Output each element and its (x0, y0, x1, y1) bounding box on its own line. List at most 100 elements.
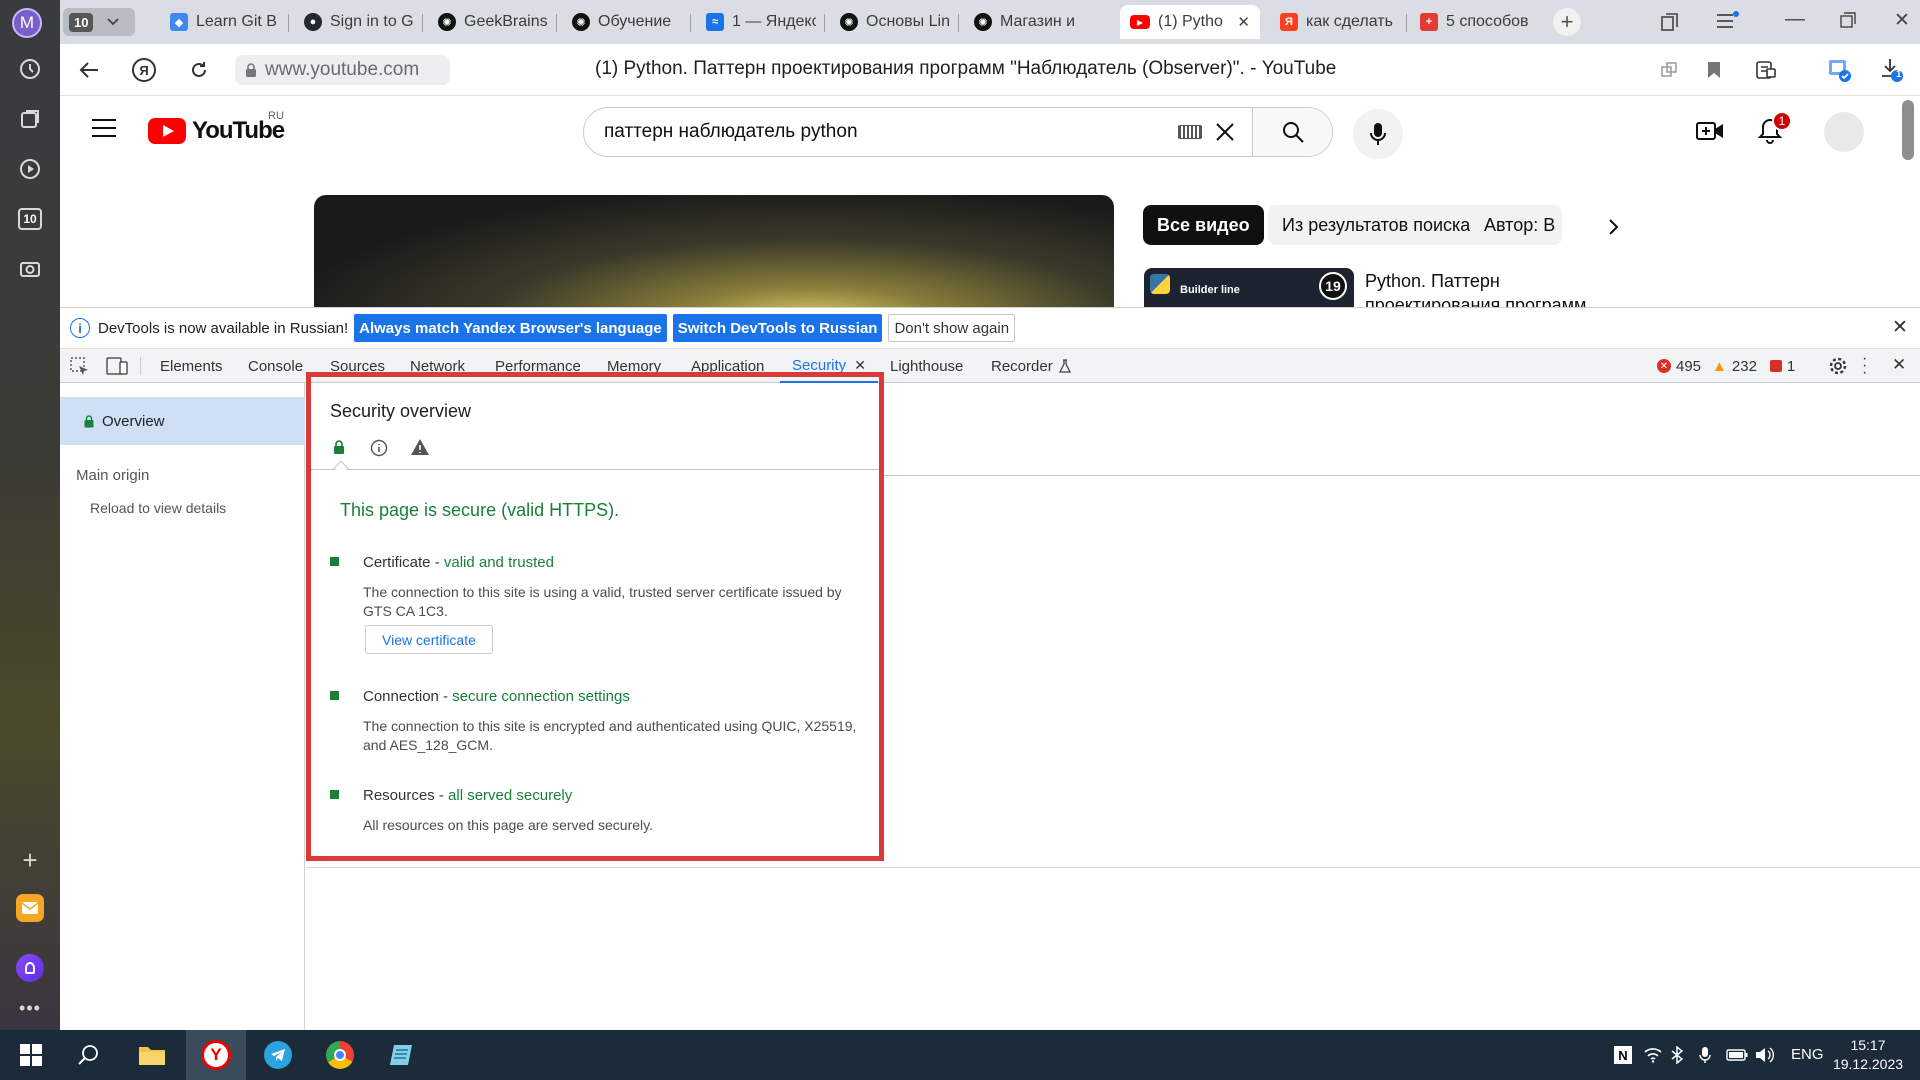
video-icon[interactable] (15, 154, 45, 184)
add-panel-icon[interactable]: + (15, 845, 45, 875)
account-avatar[interactable] (1824, 112, 1864, 152)
clear-search-icon[interactable] (1214, 121, 1236, 143)
tab-label: (1) Pytho (1158, 13, 1223, 30)
chips-next-icon[interactable] (1608, 218, 1620, 239)
reload-hint[interactable]: Reload to view details (90, 500, 226, 516)
volume-icon[interactable] (1748, 1038, 1782, 1072)
microphone-tray-icon[interactable] (1688, 1038, 1722, 1072)
new-tab-button[interactable]: + (1553, 8, 1581, 36)
kebab-menu-icon[interactable]: · · · (1862, 351, 1867, 381)
file-explorer-icon[interactable] (135, 1038, 169, 1072)
menu-icon[interactable] (1715, 10, 1739, 35)
tab-obuchenie[interactable]: ✺ Обучение (562, 5, 682, 39)
keyboard-language[interactable]: ENG (1791, 1046, 1824, 1063)
telegram-icon[interactable] (261, 1038, 295, 1072)
close-tab-icon[interactable]: ✕ (1237, 13, 1250, 31)
error-counter[interactable]: ✕ 495 ▲ 232 1 (1657, 349, 1795, 383)
mail-icon[interactable] (15, 893, 45, 923)
restore-icon[interactable] (1840, 12, 1856, 31)
openai-favicon-icon: ✺ (572, 13, 590, 31)
collections-window-icon[interactable] (1660, 12, 1680, 35)
reader-icon[interactable] (1752, 56, 1780, 84)
page-share-icon[interactable] (1655, 56, 1683, 84)
thumb-label: Builder line (1180, 284, 1240, 296)
video-player[interactable] (314, 195, 1114, 307)
warning-icon: ▲ (1712, 357, 1727, 375)
tab-magazin[interactable]: ✺ Магазин и (964, 5, 1084, 39)
page-scrollbar[interactable] (1902, 100, 1914, 160)
windows-start-icon[interactable] (14, 1038, 48, 1072)
inspect-element-icon[interactable] (70, 357, 90, 380)
profile-avatar[interactable]: M (12, 8, 42, 38)
notifications-icon[interactable]: 1 (1757, 111, 1792, 148)
region-code: RU (268, 110, 284, 122)
dont-show-again-button[interactable]: Don't show again (888, 314, 1016, 342)
tab-elements[interactable]: Elements (160, 349, 223, 383)
tab-console[interactable]: Console (248, 349, 303, 383)
chip-from-search[interactable]: Из результатов поиска (1268, 205, 1485, 245)
tab-5-sposobov[interactable]: + 5 способов (1410, 5, 1545, 39)
sidebar-item-overview[interactable]: Overview (60, 397, 305, 445)
taskbar-search-icon[interactable] (72, 1038, 106, 1072)
chrome-icon[interactable] (323, 1038, 357, 1072)
search-input[interactable]: паттерн наблюдатель python (584, 121, 1178, 143)
search-box[interactable]: паттерн наблюдатель python (583, 107, 1333, 157)
tab-lighthouse[interactable]: Lighthouse (890, 349, 963, 383)
close-infobar-icon[interactable]: ✕ (1892, 316, 1908, 339)
tab-youtube-active[interactable]: ▶ (1) Pytho ✕ (1120, 5, 1260, 39)
hamburger-icon[interactable] (92, 119, 116, 140)
screenshot-icon[interactable] (15, 254, 45, 284)
close-devtools-icon[interactable]: ✕ (1892, 355, 1906, 375)
create-video-icon[interactable] (1696, 119, 1724, 146)
tab-github[interactable]: ● Sign in to G (294, 5, 414, 39)
collections-icon[interactable] (15, 104, 45, 134)
close-window-icon[interactable]: ✕ (1894, 9, 1910, 32)
url-field[interactable]: www.youtube.com (235, 55, 450, 85)
main-origin-heading: Main origin (76, 467, 150, 484)
info-icon: i (70, 318, 90, 338)
clock[interactable]: 15:17 19.12.2023 (1832, 1036, 1904, 1074)
search-button[interactable] (1252, 108, 1332, 156)
tab-recorder[interactable]: Recorder (991, 349, 1071, 383)
voice-search-button[interactable] (1353, 109, 1403, 159)
yandex-browser-taskbar-icon[interactable]: Y (186, 1030, 246, 1080)
notepad-icon[interactable] (385, 1038, 419, 1072)
recommendation-title[interactable]: Python. Паттерн проектирования программ (1365, 269, 1605, 307)
divider (306, 867, 1920, 868)
yandex-favicon-icon: Я (1280, 13, 1298, 31)
tab-geekbrains[interactable]: ✺ GeekBrains (428, 5, 548, 39)
minimize-icon[interactable]: — (1785, 8, 1805, 31)
chip-author[interactable]: Автор: B (1470, 205, 1562, 245)
tab-label: GeekBrains (464, 13, 548, 30)
close-security-tab-icon[interactable]: ✕ (854, 357, 866, 374)
tab-osnovy-linux[interactable]: ✺ Основы Lin (830, 5, 950, 39)
back-icon[interactable] (75, 56, 103, 84)
reload-icon[interactable] (185, 56, 213, 84)
switch-russian-button[interactable]: Switch DevTools to Russian (672, 314, 883, 342)
more-icon[interactable]: ••• (15, 993, 45, 1023)
tab-recorder-label: Recorder (991, 357, 1053, 375)
tabs-counter-icon[interactable]: 10 (15, 204, 45, 234)
tab-kak-sdelat[interactable]: Я как сделать (1270, 5, 1400, 39)
keyboard-icon[interactable] (1178, 125, 1202, 139)
downloads-icon[interactable]: 1 (1878, 56, 1906, 84)
yandex-home-icon[interactable]: Я (130, 56, 158, 84)
bookmark-icon[interactable] (1700, 56, 1728, 84)
lock-icon (246, 62, 256, 77)
notion-tray-icon[interactable]: N (1606, 1038, 1640, 1072)
highlight-frame (306, 372, 884, 861)
tab-label: Магазин и (1000, 13, 1076, 30)
python-logo-icon (1150, 274, 1170, 294)
extension-icon[interactable] (1825, 56, 1853, 84)
recommendation-thumbnail[interactable]: Builder line 19 (1144, 268, 1354, 307)
history-icon[interactable] (15, 54, 45, 84)
youtube-logo[interactable]: YouTube (148, 117, 285, 145)
tab-learn-git[interactable]: ◆ Learn Git B (160, 5, 280, 39)
tab-group-button[interactable]: 10 (63, 8, 135, 36)
match-language-button[interactable]: Always match Yandex Browser's language (354, 314, 667, 342)
alice-icon[interactable] (15, 953, 45, 983)
device-toolbar-icon[interactable] (106, 357, 128, 378)
settings-gear-icon[interactable] (1828, 356, 1848, 379)
chip-all-videos[interactable]: Все видео (1143, 205, 1264, 245)
tab-yandex-1[interactable]: ≈ 1 — Яндекс (696, 5, 816, 39)
